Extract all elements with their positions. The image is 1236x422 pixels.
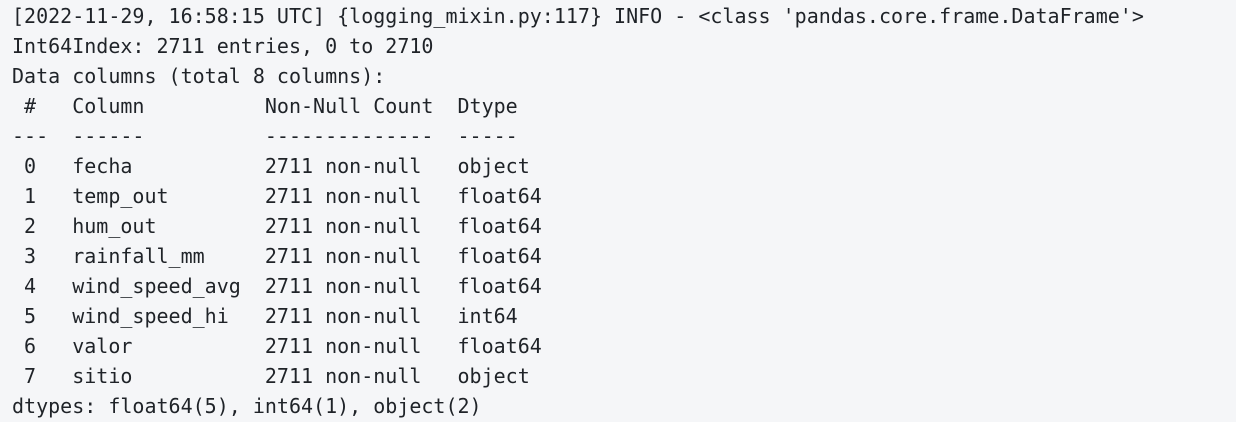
log-header-line: [2022-11-29, 16:58:15 UTC] {logging_mixi… — [12, 4, 1144, 28]
table-row: 2 hum_out 2711 non-null float64 — [12, 214, 542, 238]
table-row: 4 wind_speed_avg 2711 non-null float64 — [12, 274, 542, 298]
table-separator-line: --- ------ -------------- ----- — [12, 124, 542, 148]
table-row: 3 rainfall_mm 2711 non-null float64 — [12, 244, 542, 268]
table-row: 0 fecha 2711 non-null object — [12, 154, 542, 178]
table-row: 6 valor 2711 non-null float64 — [12, 334, 542, 358]
dtypes-summary-line: dtypes: float64(5), int64(1), object(2) — [12, 394, 482, 418]
table-row: 5 wind_speed_hi 2711 non-null int64 — [12, 304, 542, 328]
index-info-line: Int64Index: 2711 entries, 0 to 2710 — [12, 34, 434, 58]
log-output-panel: [2022-11-29, 16:58:15 UTC] {logging_mixi… — [0, 0, 1236, 422]
table-row: 7 sitio 2711 non-null object — [12, 364, 542, 388]
columns-info-line: Data columns (total 8 columns): — [12, 64, 386, 88]
table-row: 1 temp_out 2711 non-null float64 — [12, 184, 542, 208]
table-header-line: # Column Non-Null Count Dtype — [12, 94, 542, 118]
